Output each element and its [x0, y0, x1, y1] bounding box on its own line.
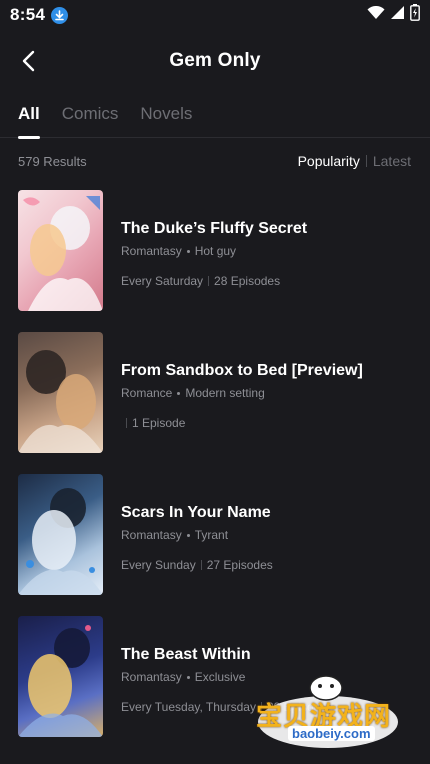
- item-info: The Beast Within Romantasy Exclusive Eve…: [121, 616, 333, 714]
- sort-control: Popularity Latest: [298, 153, 411, 169]
- list-item[interactable]: The Duke’s Fluffy Secret Romantasy Hot g…: [0, 190, 430, 332]
- status-bar: 8:54: [0, 0, 430, 30]
- status-left: 8:54: [10, 5, 69, 25]
- item-genre: Romantasy: [121, 670, 182, 684]
- sort-popularity[interactable]: Popularity: [298, 153, 360, 169]
- results-bar: 579 Results Popularity Latest: [0, 138, 430, 184]
- meta-divider: [200, 560, 202, 570]
- item-episodes: 28 Episodes: [214, 274, 281, 288]
- meta-divider: [208, 276, 210, 286]
- sort-latest[interactable]: Latest: [373, 153, 411, 169]
- cover-image: [18, 474, 103, 595]
- dot-separator: [186, 249, 190, 253]
- results-count: 579 Results: [18, 153, 87, 169]
- dot-separator: [177, 391, 181, 395]
- item-title: From Sandbox to Bed [Preview]: [121, 362, 363, 379]
- item-title: The Beast Within: [121, 646, 251, 663]
- sort-divider: [365, 155, 367, 167]
- tab-comics[interactable]: Comics: [62, 92, 119, 138]
- wifi-icon: [367, 5, 385, 25]
- dot-separator: [186, 533, 190, 537]
- item-episodes: 29 Episodes: [266, 700, 333, 714]
- tab-all[interactable]: All: [18, 92, 40, 139]
- list-item[interactable]: From Sandbox to Bed [Preview] Romance Mo…: [0, 332, 430, 474]
- status-right: [367, 4, 420, 26]
- battery-icon: [410, 4, 420, 26]
- item-tag: Modern setting: [185, 386, 265, 400]
- series-list: The Duke’s Fluffy Secret Romantasy Hot g…: [0, 184, 430, 758]
- item-meta-row: 1 Episode: [121, 416, 363, 430]
- item-title: Scars In Your Name: [121, 504, 271, 521]
- item-schedule: Every Saturday: [121, 274, 204, 288]
- back-button[interactable]: [14, 47, 42, 75]
- list-item[interactable]: The Beast Within Romantasy Exclusive Eve…: [0, 616, 430, 758]
- item-info: From Sandbox to Bed [Preview] Romance Mo…: [121, 332, 363, 430]
- item-meta-row: Every Tuesday, Thursday 29 Episodes: [121, 700, 333, 714]
- page-title: Gem Only: [169, 50, 261, 71]
- cover-image: [18, 190, 103, 311]
- app-header: Gem Only: [0, 30, 430, 92]
- cover-image: [18, 332, 103, 453]
- item-meta-row: Every Saturday 28 Episodes: [121, 274, 307, 288]
- item-tag: Tyrant: [194, 528, 229, 542]
- tab-novels[interactable]: Novels: [140, 92, 192, 138]
- meta-divider: [126, 418, 127, 428]
- chevron-left-icon: [22, 50, 35, 72]
- item-info: Scars In Your Name Romantasy Tyrant Ever…: [121, 474, 273, 572]
- item-genre: Romance: [121, 386, 173, 400]
- item-genre-row: Romantasy Exclusive: [121, 670, 333, 684]
- item-episodes: 1 Episode: [132, 416, 186, 430]
- dot-separator: [186, 675, 190, 679]
- item-genre-row: Romance Modern setting: [121, 386, 363, 400]
- tab-bar: All Comics Novels: [0, 92, 430, 139]
- item-genre-row: Romantasy Hot guy: [121, 244, 307, 258]
- list-item[interactable]: Scars In Your Name Romantasy Tyrant Ever…: [0, 474, 430, 616]
- item-info: The Duke’s Fluffy Secret Romantasy Hot g…: [121, 190, 307, 288]
- item-episodes: 27 Episodes: [206, 558, 273, 572]
- item-title: The Duke’s Fluffy Secret: [121, 220, 308, 237]
- item-tag: Exclusive: [194, 670, 246, 684]
- meta-divider: [260, 702, 262, 712]
- signal-icon: [390, 5, 405, 25]
- item-meta-row: Every Sunday 27 Episodes: [121, 558, 273, 572]
- item-genre: Romantasy: [121, 244, 182, 258]
- item-schedule: Every Tuesday, Thursday: [121, 700, 256, 714]
- item-tag: Hot guy: [194, 244, 237, 258]
- download-icon: [51, 6, 69, 24]
- item-genre: Romantasy: [121, 528, 182, 542]
- item-genre-row: Romantasy Tyrant: [121, 528, 273, 542]
- status-time: 8:54: [10, 5, 46, 24]
- cover-image: [18, 616, 103, 737]
- item-schedule: Every Sunday: [121, 558, 196, 572]
